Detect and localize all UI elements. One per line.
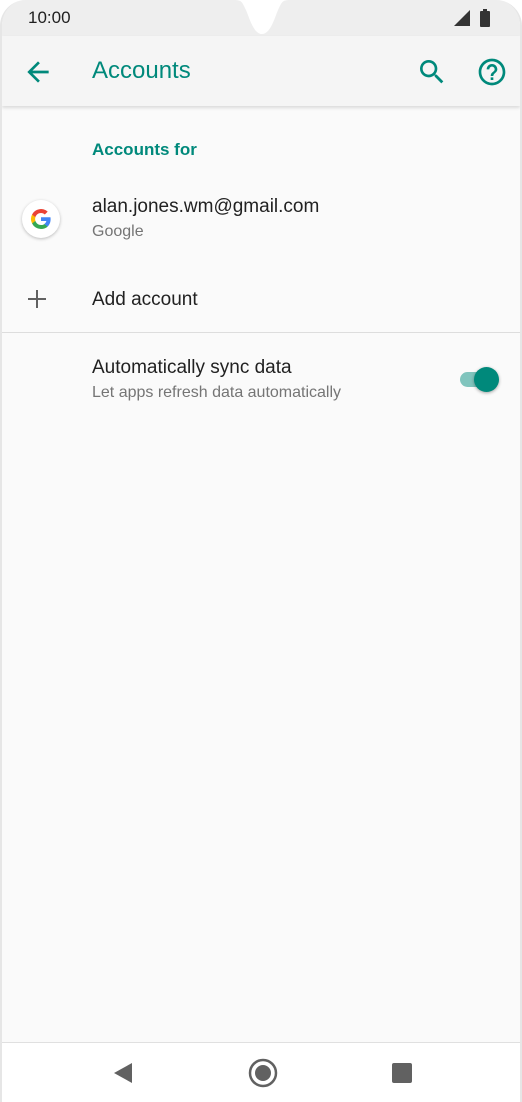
google-logo-icon xyxy=(22,200,60,238)
status-bar: 10:00 xyxy=(2,0,520,36)
plus-icon xyxy=(26,288,48,315)
auto-sync-toggle[interactable] xyxy=(458,366,502,392)
back-arrow-icon xyxy=(27,61,49,83)
help-button[interactable] xyxy=(476,56,508,88)
section-header: Accounts for xyxy=(92,140,197,159)
screen: 10:00 Accounts Accounts for alan.jones.w… xyxy=(0,0,522,1102)
nav-recents-icon xyxy=(392,1063,412,1083)
page-title: Accounts xyxy=(92,57,191,84)
account-type: Google xyxy=(92,223,144,240)
help-icon xyxy=(478,58,506,86)
account-item[interactable]: alan.jones.wm@gmail.com Google xyxy=(2,180,520,256)
toggle-thumb xyxy=(474,367,499,392)
camera-notch xyxy=(234,0,290,36)
status-time: 10:00 xyxy=(28,8,71,27)
navigation-bar xyxy=(2,1042,520,1102)
search-button[interactable] xyxy=(416,56,448,88)
nav-home-icon xyxy=(248,1058,278,1088)
search-icon xyxy=(420,60,444,84)
nav-back-icon xyxy=(114,1063,132,1083)
status-icons xyxy=(454,9,490,32)
auto-sync-title: Automatically sync data xyxy=(92,357,292,378)
back-button[interactable] xyxy=(22,56,54,88)
signal-icon xyxy=(454,10,470,31)
battery-icon xyxy=(480,9,490,32)
nav-back-button[interactable] xyxy=(112,1061,134,1090)
app-bar: Accounts xyxy=(2,36,520,106)
add-account-button[interactable]: Add account xyxy=(2,270,520,330)
add-account-label: Add account xyxy=(92,289,198,310)
auto-sync-setting[interactable]: Automatically sync data Let apps refresh… xyxy=(2,344,520,414)
nav-home-button[interactable] xyxy=(247,1057,279,1094)
account-email: alan.jones.wm@gmail.com xyxy=(92,196,320,217)
auto-sync-subtitle: Let apps refresh data automatically xyxy=(92,384,342,401)
divider xyxy=(2,332,520,333)
nav-recents-button[interactable] xyxy=(391,1062,413,1089)
